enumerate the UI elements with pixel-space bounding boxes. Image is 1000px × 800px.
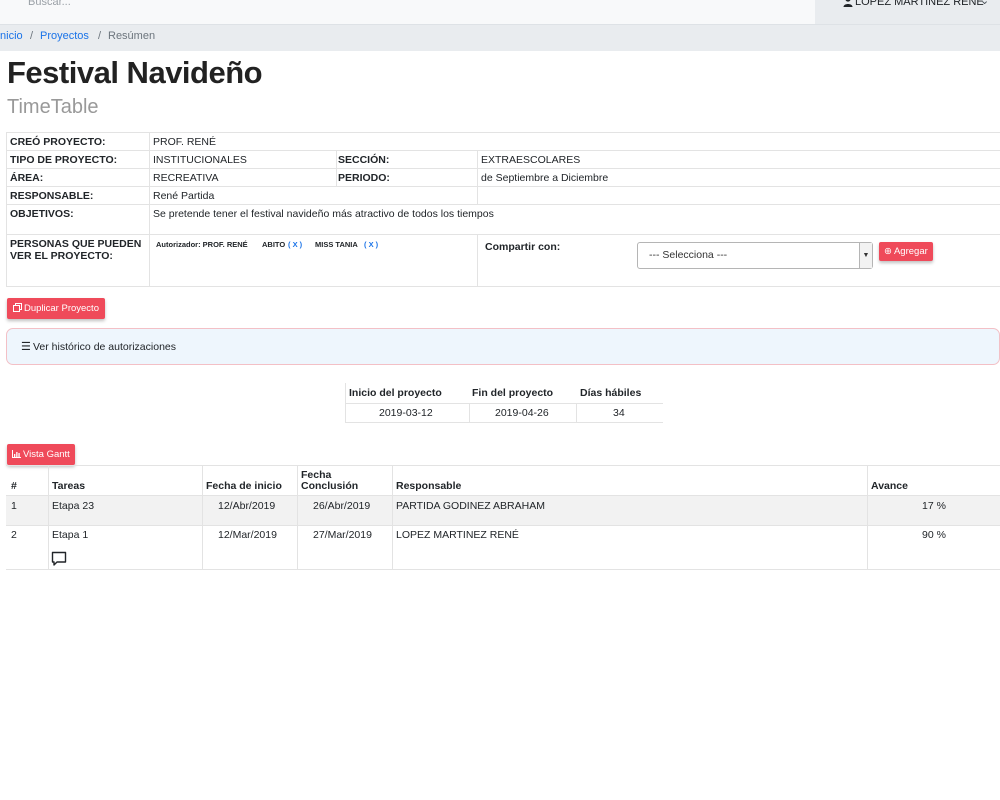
share-select[interactable]: --- Selecciona --- ▼ — [637, 242, 873, 269]
seccion-value: EXTRAESCOLARES — [481, 154, 581, 166]
column-header: Fecha de inicio — [206, 480, 282, 492]
viewer-name: ABITO — [262, 240, 286, 249]
task-start-date: 12/Mar/2019 — [218, 529, 277, 541]
history-label: Ver histórico de autorizaciones — [33, 341, 176, 353]
search-input[interactable]: Buscar... — [28, 0, 71, 8]
page-title: Festival Navideño — [7, 55, 263, 90]
top-navbar: Buscar... LOPEZ MARTINEZ RENÉ ⌄ — [0, 0, 1000, 25]
remove-viewer-button[interactable]: ( X ) — [364, 240, 378, 249]
remove-viewer-button[interactable]: ( X ) — [288, 240, 302, 249]
user-icon — [843, 0, 853, 7]
authorization-history-toggle[interactable]: ☰ Ver histórico de autorizaciones — [6, 328, 1000, 365]
summary-end-date: 2019-04-26 — [495, 407, 549, 419]
add-share-button[interactable]: ⊕ Agregar — [879, 242, 933, 261]
duplicate-project-label: Duplicar Proyecto — [24, 303, 99, 314]
task-number: 1 — [11, 500, 17, 512]
user-menu[interactable]: LOPEZ MARTINEZ RENÉ ⌄ — [815, 0, 1000, 24]
summary-working-days: 34 — [613, 407, 625, 419]
duplicate-project-button[interactable]: Duplicar Proyecto — [7, 298, 105, 319]
column-header: Responsable — [396, 480, 462, 492]
user-name: LOPEZ MARTINEZ RENÉ — [855, 0, 984, 8]
comment-icon[interactable] — [51, 551, 67, 567]
periodo-label: PERIODO: — [338, 172, 390, 184]
gantt-view-label: Vista Gantt — [23, 449, 70, 460]
area-value: RECREATIVA — [153, 172, 219, 184]
summary-header: Fin del proyecto — [472, 387, 554, 399]
task-progress: 17 % — [922, 500, 946, 512]
plus-circle-icon: ⊕ — [884, 246, 892, 257]
breadcrumb-home-link[interactable]: Inicio — [0, 30, 23, 42]
gantt-view-button[interactable]: Vista Gantt — [7, 444, 75, 465]
add-share-label: Agregar — [893, 246, 928, 257]
column-header: Avance — [871, 480, 908, 492]
copy-icon — [13, 303, 22, 312]
project-summary-table: Inicio del proyecto Fin del proyecto Día… — [345, 383, 663, 423]
page-subtitle: TimeTable — [7, 96, 99, 118]
breadcrumb-separator: / — [98, 30, 102, 42]
bar-chart-icon — [12, 450, 21, 458]
creo-label: CREÓ PROYECTO: — [10, 136, 106, 148]
periodo-value: de Septiembre a Diciembre — [481, 172, 609, 184]
breadcrumb-current: Resúmen — [108, 30, 156, 42]
responsable-value: René Partida — [153, 190, 215, 202]
area-label: ÁREA: — [10, 172, 44, 184]
objetivos-value: Se pretende tener el festival navideño m… — [153, 208, 494, 220]
task-end-date: 27/Mar/2019 — [313, 529, 372, 541]
task-owner: LOPEZ MARTINEZ RENÉ — [396, 529, 519, 541]
share-label: Compartir con: — [485, 241, 561, 253]
bars-icon: ☰ — [21, 341, 31, 353]
objetivos-label: OBJETIVOS: — [10, 208, 74, 220]
breadcrumb: Inicio / Proyectos / Resúmen — [0, 25, 1000, 51]
task-number: 2 — [11, 529, 17, 541]
tipo-label: TIPO DE PROYECTO: — [10, 154, 118, 166]
share-select-value: --- Selecciona --- — [649, 249, 728, 261]
chevron-down-icon[interactable]: ⌄ — [980, 0, 989, 7]
task-name: Etapa 23 — [52, 500, 95, 512]
tipo-value: INSTITUCIONALES — [153, 154, 247, 166]
column-header: # — [11, 480, 17, 492]
task-end-date: 26/Abr/2019 — [313, 500, 371, 512]
task-owner: PARTIDA GODINEZ ABRAHAM — [396, 500, 545, 512]
task-progress: 90 % — [922, 529, 946, 541]
summary-header: Días hábiles — [580, 387, 642, 399]
summary-start-date: 2019-03-12 — [379, 407, 433, 419]
personas-label-line2: VER EL PROYECTO: — [10, 250, 113, 262]
column-header: Conclusión — [301, 480, 359, 492]
summary-header: Inicio del proyecto — [349, 387, 442, 399]
breadcrumb-projects-link[interactable]: Proyectos — [40, 30, 89, 42]
task-name: Etapa 1 — [52, 529, 89, 541]
task-start-date: 12/Abr/2019 — [218, 500, 276, 512]
seccion-label: SECCIÓN: — [338, 154, 390, 166]
tasks-table: # Tareas Fecha de inicio Fecha Conclusió… — [6, 465, 1000, 570]
project-info-table: CREÓ PROYECTO: PROF. RENÉ TIPO DE PROYEC… — [6, 132, 1000, 287]
personas-label: PERSONAS QUE PUEDEN — [10, 238, 142, 250]
creo-value: PROF. RENÉ — [153, 136, 217, 148]
column-header: Tareas — [52, 480, 86, 492]
caret-down-icon[interactable]: ▼ — [859, 243, 872, 268]
responsable-label: RESPONSABLE: — [10, 190, 94, 202]
breadcrumb-separator: / — [30, 30, 34, 42]
viewer-name: MISS TANIA — [315, 240, 358, 249]
authorizer-label: Autorizador: PROF. RENÉ — [156, 240, 248, 249]
